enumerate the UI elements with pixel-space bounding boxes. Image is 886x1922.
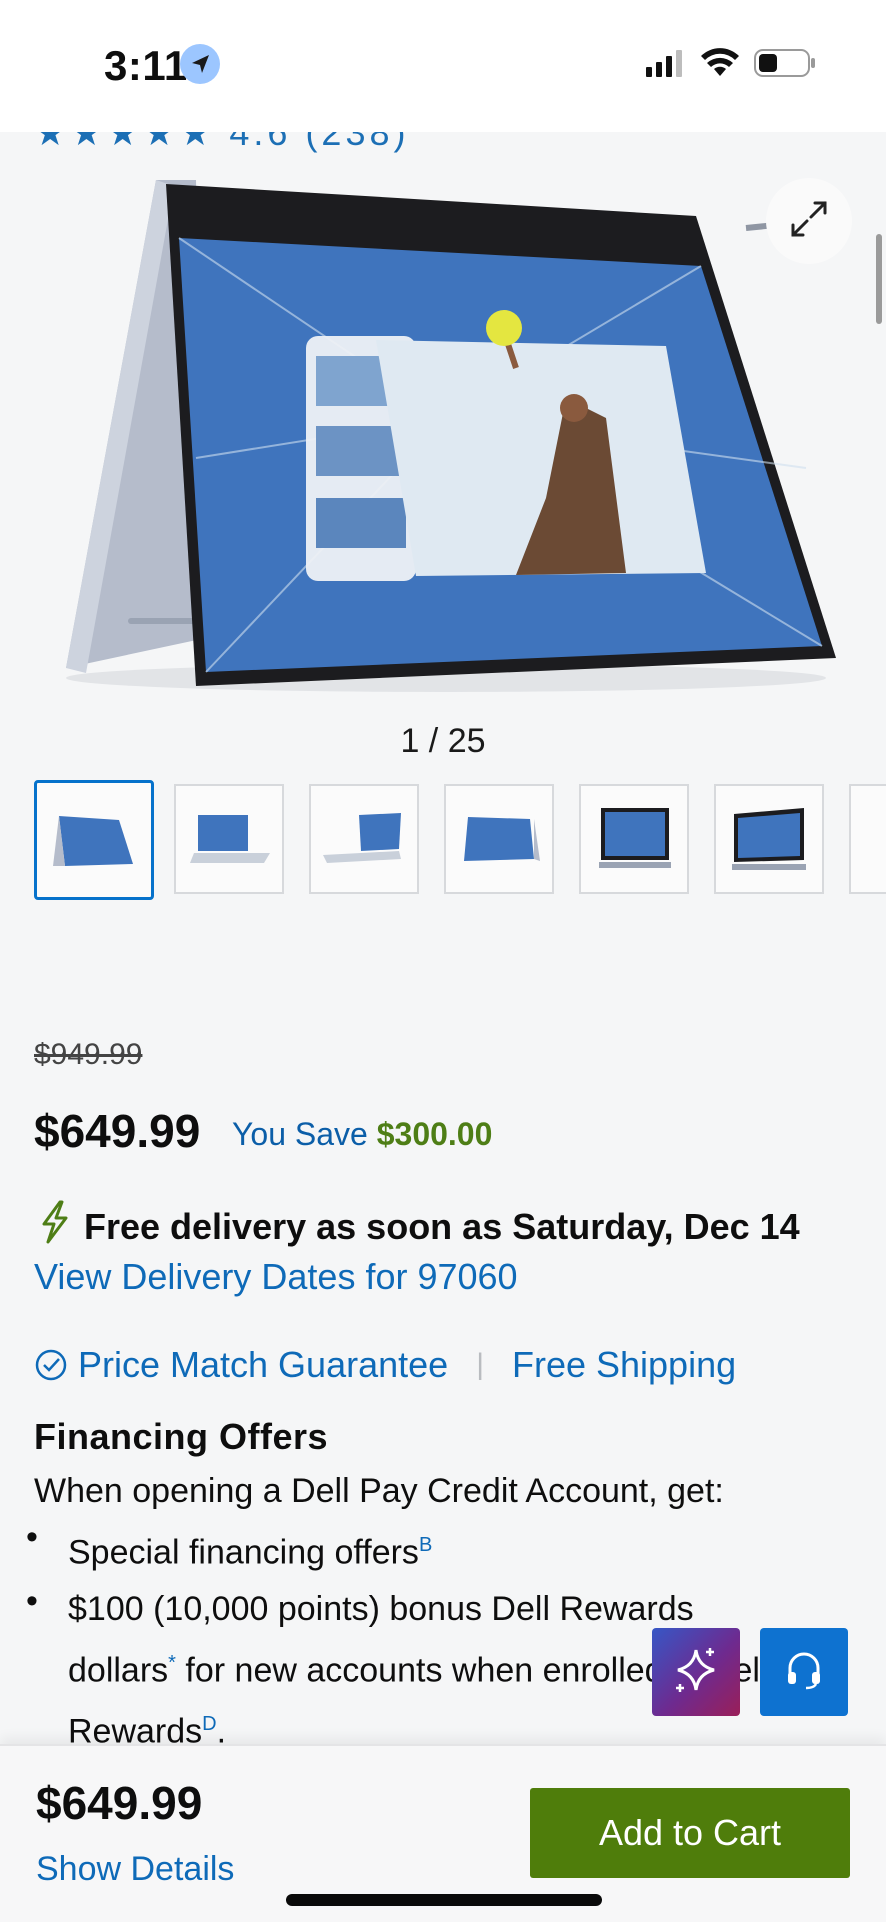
thumbnail-6[interactable]	[714, 784, 824, 894]
lightning-bolt-icon	[38, 1200, 72, 1253]
sparkle-icon	[670, 1644, 722, 1701]
ai-assistant-button[interactable]	[652, 1628, 740, 1716]
expand-image-button[interactable]	[766, 178, 852, 264]
bullet-dot: •	[26, 1518, 38, 1556]
expand-arrows-icon	[785, 195, 833, 248]
wifi-icon	[700, 48, 740, 83]
thumbnail-7[interactable]	[849, 784, 886, 894]
original-price: $949.99	[34, 1038, 143, 1071]
bullet-dot: •	[26, 1582, 38, 1620]
price-match-link[interactable]: Price Match Guarantee	[78, 1344, 448, 1386]
you-save-label: You Save	[232, 1116, 368, 1152]
check-circle-icon	[34, 1348, 68, 1382]
thumbnail-3[interactable]	[309, 784, 419, 894]
financing-intro: When opening a Dell Pay Credit Account, …	[34, 1472, 724, 1510]
battery-icon	[754, 48, 816, 83]
thumbnail-1[interactable]	[34, 780, 154, 900]
footnote-b-link[interactable]: B	[419, 1534, 432, 1556]
thumbnail-4[interactable]	[444, 784, 554, 894]
thumbnail-5[interactable]	[579, 784, 689, 894]
financing-item-1: Special financing offersB	[68, 1518, 788, 1579]
delivery-message: Free delivery as soon as Saturday, Dec 1…	[38, 1200, 800, 1253]
image-counter: 1 / 25	[400, 722, 486, 760]
sale-price: $649.99	[34, 1105, 201, 1157]
product-image[interactable]	[46, 168, 846, 708]
support-chat-button[interactable]	[760, 1628, 848, 1716]
financing-title: Financing Offers	[34, 1416, 329, 1457]
status-time: 3:11	[104, 42, 188, 89]
you-save-amount: $300.00	[376, 1116, 493, 1152]
headset-icon	[782, 1648, 826, 1697]
cellular-signal-icon	[646, 49, 686, 82]
home-indicator[interactable]	[286, 1894, 602, 1906]
view-delivery-dates-link[interactable]: View Delivery Dates for 97060	[34, 1256, 518, 1298]
show-details-link[interactable]: Show Details	[36, 1850, 234, 1889]
financing-item-1-text: Special financing offers	[68, 1533, 419, 1572]
footer-price: $649.99	[36, 1777, 203, 1829]
savings-text: You Save $300.00	[232, 1116, 492, 1153]
footnote-star-link[interactable]: *	[168, 1652, 176, 1674]
location-arrow-icon	[180, 44, 220, 84]
guarantees-row: Price Match Guarantee | Free Shipping	[34, 1344, 736, 1386]
footnote-d-link[interactable]: D	[202, 1713, 216, 1735]
divider: |	[476, 1348, 484, 1381]
delivery-text: Free delivery as soon as Saturday, Dec 1…	[84, 1205, 800, 1247]
free-shipping-link[interactable]: Free Shipping	[512, 1344, 736, 1386]
thumbnail-strip[interactable]	[34, 780, 886, 900]
status-icons	[646, 48, 816, 83]
add-to-cart-button[interactable]: Add to Cart	[530, 1788, 850, 1878]
status-bar: 3:11	[0, 0, 886, 132]
page-scrollbar[interactable]	[876, 234, 882, 324]
thumbnail-2[interactable]	[174, 784, 284, 894]
